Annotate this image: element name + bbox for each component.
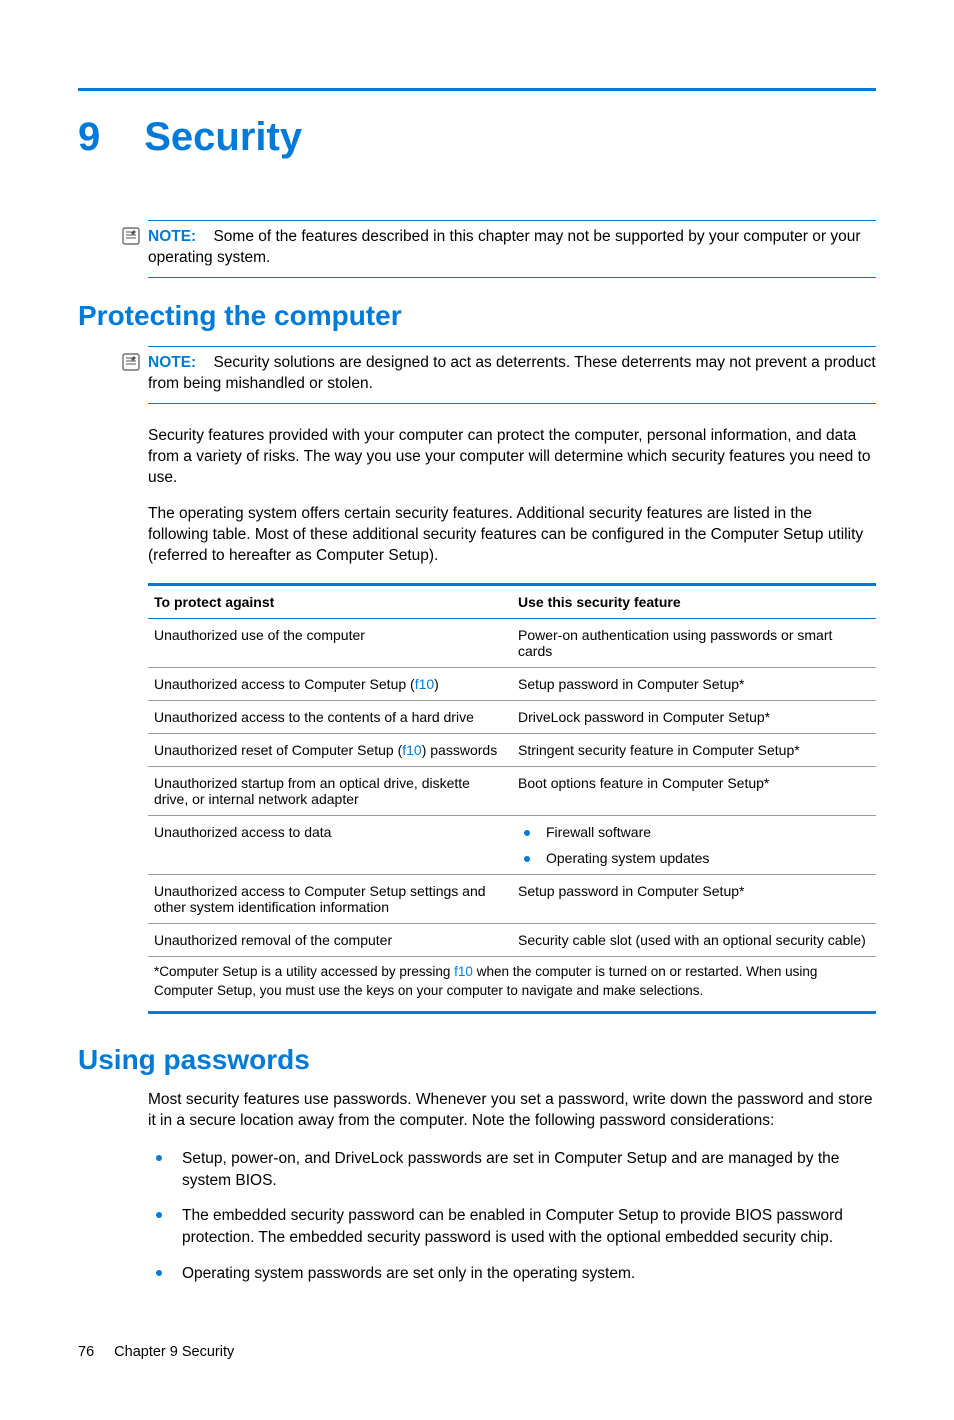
cell-text: ) (434, 676, 439, 692)
note-block-1: NOTE: Some of the features described in … (148, 220, 876, 278)
list-item: Firewall software (518, 824, 870, 840)
cell-text: Unauthorized reset of Computer Setup ( (154, 742, 402, 758)
footnote-text: *Computer Setup is a utility accessed by… (154, 964, 454, 979)
chapter-title: Security (144, 115, 302, 160)
table-header-feature: Use this security feature (512, 585, 876, 619)
chapter-number: 9 (78, 115, 100, 160)
note-label: NOTE: (148, 228, 196, 245)
note-icon (122, 227, 140, 245)
threat-cell: Unauthorized use of the computer (148, 619, 512, 668)
security-features-table: To protect against Use this security fea… (148, 583, 876, 956)
cell-text: Unauthorized use of the computer (154, 627, 365, 643)
list-item: Operating system updates (518, 850, 870, 866)
table-row: Unauthorized use of the computer Power-on… (148, 619, 876, 668)
note-text-1: Some of the features described in this c… (148, 228, 861, 266)
note-text (201, 354, 214, 371)
cell-text: Unauthorized access to data (154, 824, 331, 840)
threat-cell: Unauthorized access to Computer Setup se… (148, 875, 512, 924)
threat-cell: Unauthorized access to the contents of a… (148, 701, 512, 734)
cell-text: ) passwords (422, 742, 497, 758)
feature-list: Firewall software Operating system update… (518, 824, 870, 866)
table-row: Unauthorized removal of the computer Secu… (148, 924, 876, 957)
f10-link[interactable]: f10 (454, 964, 473, 979)
table-row: Unauthorized access to Computer Setup se… (148, 875, 876, 924)
cell-text: Unauthorized access to Computer Setup se… (154, 883, 486, 915)
note-icon (122, 353, 140, 371)
table-footnote: *Computer Setup is a utility accessed by… (148, 956, 876, 1014)
top-rule (78, 88, 876, 91)
table-row: Unauthorized access to Computer Setup (f… (148, 668, 876, 701)
chapter-heading: 9 Security (78, 115, 876, 160)
feature-cell: Power-on authentication using passwords … (512, 619, 876, 668)
table-row: Unauthorized access to data Firewall soft… (148, 816, 876, 875)
page-number: 76 (78, 1344, 94, 1360)
table-row: Unauthorized reset of Computer Setup (f1… (148, 734, 876, 767)
footer-chapter-label: Chapter 9 Security (114, 1344, 234, 1360)
feature-cell: DriveLock password in Computer Setup* (512, 701, 876, 734)
paragraph: Security features provided with your com… (148, 426, 876, 489)
cell-text: Unauthorized startup from an optical dri… (154, 775, 470, 807)
note-text (201, 228, 214, 245)
paragraph: Most security features use passwords. Wh… (148, 1090, 876, 1132)
list-item: Setup, power-on, and DriveLock passwords… (148, 1148, 876, 1191)
feature-cell: Security cable slot (used with an option… (512, 924, 876, 957)
feature-cell: Firewall software Operating system update… (512, 816, 876, 875)
threat-cell: Unauthorized removal of the computer (148, 924, 512, 957)
cell-text: Unauthorized removal of the computer (154, 932, 392, 948)
section-heading-passwords: Using passwords (78, 1044, 876, 1076)
f10-link[interactable]: f10 (402, 742, 421, 758)
feature-cell: Setup password in Computer Setup* (512, 668, 876, 701)
cell-text: Unauthorized access to Computer Setup ( (154, 676, 415, 692)
paragraph: The operating system offers certain secu… (148, 504, 876, 567)
password-considerations-list: Setup, power-on, and DriveLock passwords… (148, 1148, 876, 1284)
feature-cell: Boot options feature in Computer Setup* (512, 767, 876, 816)
table-header-threat: To protect against (148, 585, 512, 619)
note-text-2: Security solutions are designed to act a… (148, 354, 876, 392)
feature-cell: Setup password in Computer Setup* (512, 875, 876, 924)
note-block-2: NOTE: Security solutions are designed to… (148, 346, 876, 404)
threat-cell: Unauthorized access to data (148, 816, 512, 875)
page-footer: 76 Chapter 9 Security (78, 1344, 876, 1360)
feature-cell: Stringent security feature in Computer S… (512, 734, 876, 767)
cell-text: Unauthorized access to the contents of a… (154, 709, 474, 725)
table-row: Unauthorized access to the contents of a… (148, 701, 876, 734)
list-item: The embedded security password can be en… (148, 1205, 876, 1248)
threat-cell: Unauthorized access to Computer Setup (f… (148, 668, 512, 701)
section-heading-protecting: Protecting the computer (78, 300, 876, 332)
note-label: NOTE: (148, 354, 196, 371)
list-item: Operating system passwords are set only … (148, 1263, 876, 1285)
threat-cell: Unauthorized startup from an optical dri… (148, 767, 512, 816)
threat-cell: Unauthorized reset of Computer Setup (f1… (148, 734, 512, 767)
table-row: Unauthorized startup from an optical dri… (148, 767, 876, 816)
f10-link[interactable]: f10 (415, 676, 434, 692)
